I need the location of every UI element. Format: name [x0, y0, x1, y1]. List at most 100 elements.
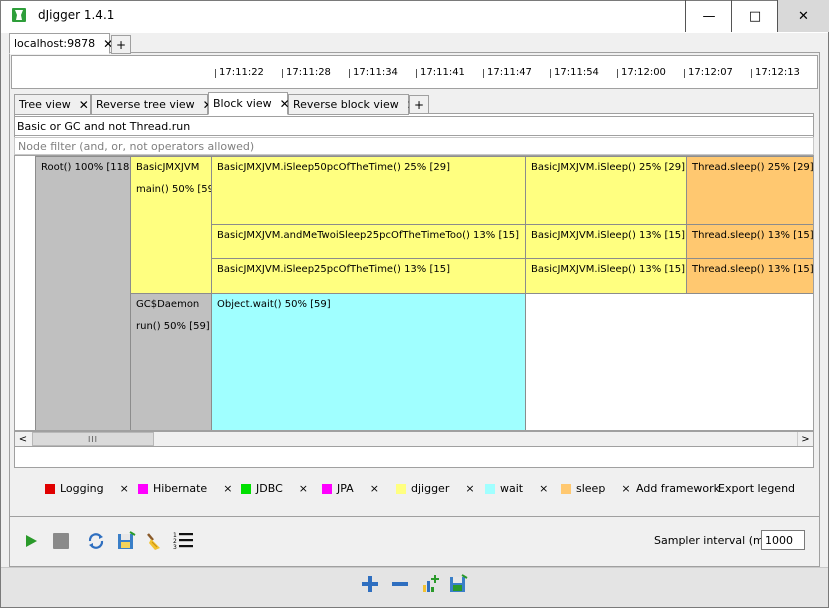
- add-chart-button[interactable]: [419, 573, 441, 595]
- scroll-left-arrow-icon[interactable]: <: [15, 432, 31, 446]
- legend-item-jpa: JPA ×: [322, 482, 379, 495]
- window-title: dJigger 1.4.1: [38, 8, 115, 22]
- legend-item-djigger: djigger ×: [396, 482, 475, 495]
- legend-item-sleep: sleep ×: [561, 482, 631, 495]
- block-view-canvas[interactable]: Root() 100% [118] BasicJMXJVM main() 50%…: [14, 155, 814, 431]
- play-button[interactable]: [20, 530, 42, 552]
- maximize-button[interactable]: □: [731, 0, 778, 32]
- block-object-wait[interactable]: Object.wait() 50% [59]: [211, 293, 526, 430]
- remove-framework-icon[interactable]: ×: [539, 482, 548, 495]
- legend-item-logging: Logging ×: [45, 482, 129, 495]
- timeline-tick: 17:11:54: [550, 68, 599, 78]
- legend-swatch: [138, 483, 148, 494]
- block-andmetwo-isleep25pc[interactable]: BasicJMXJVM.andMeTwoiSleep25pcOfTheTimeT…: [211, 224, 526, 259]
- stop-button[interactable]: [50, 530, 72, 552]
- add-button[interactable]: [359, 573, 381, 595]
- block-label: Thread.sleep() 13% [15]: [692, 264, 814, 275]
- refresh-button[interactable]: [85, 530, 107, 552]
- legend-swatch: [241, 483, 251, 494]
- minimize-button[interactable]: —: [685, 0, 732, 32]
- add-connection-tab-button[interactable]: +: [111, 35, 131, 54]
- sampler-interval-label: Sampler interval (ms): [654, 534, 774, 547]
- tab-reverse-tree-view[interactable]: Reverse tree view ✕: [91, 94, 213, 115]
- block-isleep-1[interactable]: BasicJMXJVM.iSleep() 25% [29]: [525, 156, 687, 225]
- scroll-right-arrow-icon[interactable]: >: [797, 432, 813, 446]
- close-window-button[interactable]: ✕: [777, 0, 829, 32]
- tab-block-view[interactable]: Block view ✕: [208, 92, 290, 115]
- block-isleep25pc[interactable]: BasicJMXJVM.iSleep25pcOfTheTime() 13% [1…: [211, 258, 526, 294]
- add-chart-icon: [423, 575, 439, 592]
- svg-text:3: 3: [173, 544, 177, 551]
- maximize-icon: □: [748, 8, 762, 24]
- toolbar-separator: [9, 516, 820, 517]
- remove-framework-icon[interactable]: ×: [223, 482, 232, 495]
- block-label: BasicJMXJVM: [136, 162, 200, 173]
- clear-button[interactable]: [143, 530, 165, 552]
- framework-legend: Logging × Hibernate × JDBC × JPA × djigg…: [14, 471, 814, 507]
- remove-framework-icon[interactable]: ×: [120, 482, 129, 495]
- legend-label: JPA: [337, 482, 354, 495]
- remove-icon: [392, 582, 408, 586]
- tab-label: Block view: [213, 97, 272, 110]
- legend-item-hibernate: Hibernate ×: [138, 482, 232, 495]
- timeline-tick: 17:11:28: [282, 68, 331, 78]
- block-label: Thread.sleep() 13% [15]: [692, 230, 814, 241]
- block-label: Root() 100% [118]: [41, 162, 131, 173]
- query-input[interactable]: [14, 116, 814, 136]
- tab-reverse-block-view[interactable]: Reverse block view ✕: [288, 94, 417, 115]
- close-tab-icon[interactable]: ✕: [79, 98, 89, 112]
- play-icon: [26, 535, 37, 547]
- block-label: BasicJMXJVM.andMeTwoiSleep25pcOfTheTimeT…: [217, 230, 519, 241]
- block-label: run() 50% [59]: [136, 321, 210, 332]
- remove-framework-icon[interactable]: ×: [621, 482, 630, 495]
- remove-framework-icon[interactable]: ×: [370, 482, 379, 495]
- timeline-tick: 17:12:07: [684, 68, 733, 78]
- block-label: main() 50% [59]: [136, 184, 212, 195]
- save-button[interactable]: [115, 530, 137, 552]
- remove-button[interactable]: [389, 573, 411, 595]
- save-icon: [118, 531, 136, 549]
- block-isleep-2[interactable]: BasicJMXJVM.iSleep() 13% [15]: [525, 224, 687, 259]
- tab-label: Tree view: [19, 98, 71, 111]
- legend-label: JDBC: [256, 482, 283, 495]
- legend-swatch: [45, 483, 55, 494]
- block-root[interactable]: Root() 100% [118]: [35, 156, 131, 430]
- timeline-tick: 17:12:13: [751, 68, 800, 78]
- tab-tree-view[interactable]: Tree view ✕: [14, 94, 91, 115]
- block-thread-sleep-3[interactable]: Thread.sleep() 13% [15]: [686, 258, 814, 294]
- list-icon: 123: [173, 532, 193, 551]
- block-label: Object.wait() 50% [59]: [217, 299, 331, 310]
- timeline-tick: 17:12:00: [617, 68, 666, 78]
- clear-icon: [147, 533, 160, 550]
- export-legend-link[interactable]: Export legend: [718, 482, 795, 495]
- tab-label: Reverse tree view: [96, 98, 195, 111]
- legend-swatch: [322, 483, 332, 494]
- save-session-button[interactable]: [447, 573, 469, 595]
- tab-label: Reverse block view: [293, 98, 399, 111]
- add-framework-link[interactable]: Add framework: [636, 482, 720, 495]
- refresh-icon: [88, 533, 104, 549]
- scrollbar-thumb[interactable]: III: [32, 432, 154, 446]
- block-thread-sleep-2[interactable]: Thread.sleep() 13% [15]: [686, 224, 814, 259]
- legend-label: Logging: [60, 482, 104, 495]
- block-label: BasicJMXJVM.iSleep25pcOfTheTime() 13% [1…: [217, 264, 451, 275]
- sampler-interval-input[interactable]: [761, 530, 805, 550]
- node-filter-input[interactable]: [14, 137, 814, 155]
- timeline-tick: 17:11:41: [416, 68, 465, 78]
- remove-framework-icon[interactable]: ×: [299, 482, 308, 495]
- block-basic-main[interactable]: BasicJMXJVM main() 50% [59]: [130, 156, 212, 294]
- block-label: GC$Daemon: [136, 299, 200, 310]
- block-thread-sleep-1[interactable]: Thread.sleep() 25% [29]: [686, 156, 813, 225]
- tab-connection-localhost[interactable]: localhost:9878 ✕: [9, 33, 113, 54]
- legend-label: Hibernate: [153, 482, 208, 495]
- block-gc-daemon-run[interactable]: GC$Daemon run() 50% [59]: [130, 293, 212, 430]
- block-isleep50pc[interactable]: BasicJMXJVM.iSleep50pcOfTheTime() 25% [2…: [211, 156, 526, 225]
- add-view-tab-button[interactable]: +: [409, 95, 429, 114]
- sampling-timeline[interactable]: 17:11:22 17:11:28 17:11:34 17:11:41 17:1…: [11, 55, 818, 89]
- remove-framework-icon[interactable]: ×: [465, 482, 474, 495]
- legend-label: wait: [500, 482, 524, 495]
- block-isleep-3[interactable]: BasicJMXJVM.iSleep() 13% [15]: [525, 258, 687, 294]
- list-button[interactable]: 123: [172, 530, 194, 552]
- block-label: BasicJMXJVM.iSleep() 13% [15]: [531, 264, 685, 275]
- app-logo-icon: [11, 7, 27, 23]
